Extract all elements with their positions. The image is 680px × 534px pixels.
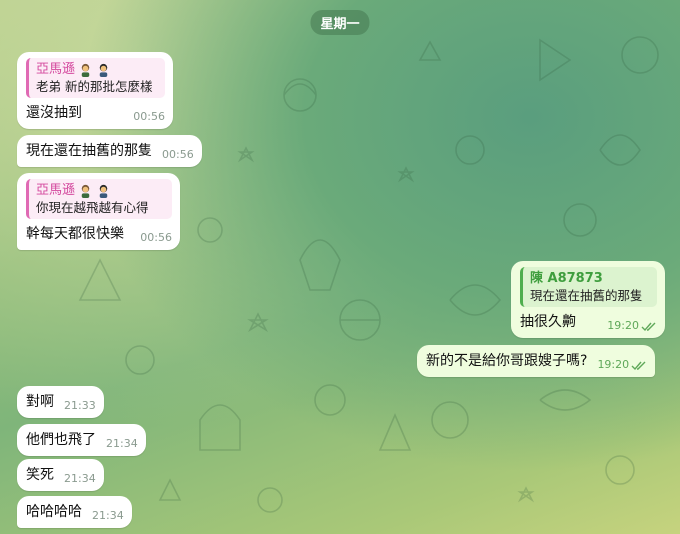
message-text: 現在還在抽舊的那隻 bbox=[26, 143, 152, 159]
message-bubble[interactable]: 笑死 21:34 bbox=[17, 459, 104, 491]
message-text: 笑死 bbox=[26, 467, 54, 483]
person-emoji-icon bbox=[81, 63, 90, 77]
reply-quote[interactable]: 陳 A87873 現在還在抽舊的那隻 bbox=[520, 267, 657, 307]
double-check-icon bbox=[631, 361, 646, 371]
reply-sender-name: 亞馬遜 bbox=[36, 62, 76, 77]
double-check-icon bbox=[641, 322, 656, 332]
reply-sender-name: 陳 A87873 bbox=[530, 271, 603, 286]
message-bubble[interactable]: 他們也飛了 21:34 bbox=[17, 424, 146, 456]
message-text: 幹每天都很快樂 bbox=[26, 226, 124, 242]
message-bubble-outgoing[interactable]: 新的不是給你哥跟嫂子嗎? 19:20 bbox=[417, 345, 656, 377]
message-time: 00:56 bbox=[162, 148, 194, 161]
message-time: 00:56 bbox=[133, 110, 165, 123]
reply-quote[interactable]: 亞馬遜 你現在越飛越有心得 bbox=[26, 179, 172, 219]
message-text: 他們也飛了 bbox=[26, 432, 96, 448]
message-time: 19:20 bbox=[597, 358, 630, 371]
message-bubble[interactable]: 對啊 21:33 bbox=[17, 386, 104, 418]
message-time: 21:34 bbox=[64, 472, 96, 485]
message-time: 21:34 bbox=[106, 437, 138, 450]
person-emoji-icon bbox=[81, 184, 90, 198]
reply-quoted-text: 你現在越飛越有心得 bbox=[36, 200, 149, 215]
message-time: 21:33 bbox=[64, 399, 96, 412]
message-bubble-outgoing[interactable]: 陳 A87873 現在還在抽舊的那隻 抽很久齁 19:20 bbox=[511, 261, 665, 338]
message-time: 21:34 bbox=[92, 509, 124, 522]
message-bubble[interactable]: 亞馬遜 你現在越飛越有心得 幹每天都很快樂 00:56 bbox=[17, 173, 180, 250]
message-text: 抽很久齁 bbox=[520, 314, 576, 330]
reply-quote[interactable]: 亞馬遜 老弟 新的那批怎麼樣 bbox=[26, 58, 165, 98]
message-text: 對啊 bbox=[26, 394, 54, 410]
message-bubble[interactable]: 亞馬遜 老弟 新的那批怎麼樣 還沒抽到 00:56 bbox=[17, 52, 173, 129]
message-text: 新的不是給你哥跟嫂子嗎? bbox=[426, 353, 588, 369]
person-emoji-icon bbox=[99, 184, 108, 198]
message-time: 19:20 bbox=[607, 319, 639, 332]
message-text: 哈哈哈哈 bbox=[26, 504, 82, 520]
date-divider: 星期一 bbox=[310, 10, 370, 35]
reply-sender-name: 亞馬遜 bbox=[36, 183, 76, 198]
message-bubble[interactable]: 現在還在抽舊的那隻 00:56 bbox=[17, 135, 202, 167]
message-text: 還沒抽到 bbox=[26, 105, 82, 121]
reply-quoted-text: 老弟 新的那批怎麼樣 bbox=[36, 79, 153, 94]
message-time: 00:56 bbox=[140, 231, 172, 244]
person-emoji-icon bbox=[99, 63, 108, 77]
reply-quoted-text: 現在還在抽舊的那隻 bbox=[530, 288, 643, 303]
message-bubble[interactable]: 哈哈哈哈 21:34 bbox=[17, 496, 132, 528]
